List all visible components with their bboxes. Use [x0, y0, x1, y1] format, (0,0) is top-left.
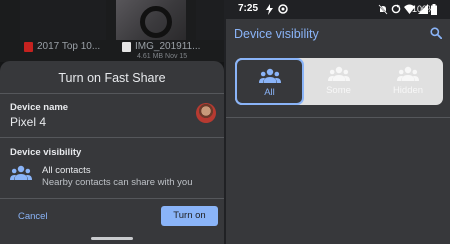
bottom-sheet: Turn on Fast Share Device name Pixel 4 D…	[0, 61, 224, 244]
visibility-option-hidden[interactable]: Hidden	[373, 58, 443, 105]
device-visibility-screen: 7:25 100% Device visibility All Some Hid…	[226, 0, 450, 244]
hotspot-icon	[278, 4, 288, 14]
divider	[0, 93, 224, 94]
contacts-icon	[327, 66, 350, 81]
status-left-icons	[266, 3, 288, 15]
sheet-title: Turn on Fast Share	[58, 71, 166, 85]
files-background: 2017 Top 10... IMG_201911... 4.61 MB Nov…	[0, 0, 224, 62]
divider	[226, 117, 450, 118]
page-title: Device visibility	[234, 27, 319, 41]
status-bar: 7:25 100%	[226, 0, 450, 19]
contacts-icon	[10, 165, 32, 180]
cancel-button[interactable]: Cancel	[10, 207, 56, 227]
option-label: Hidden	[392, 85, 424, 96]
device-visibility-label: Device visibility	[10, 147, 82, 158]
divider	[0, 137, 224, 138]
device-name-value[interactable]: Pixel 4	[10, 115, 46, 129]
option-label: All	[264, 87, 275, 98]
flash-icon	[266, 3, 273, 15]
pdf-icon	[24, 41, 33, 52]
image-thumbnail[interactable]	[116, 0, 186, 40]
file-meta: 4.61 MB Nov 15	[137, 53, 188, 60]
notifications-muted-icon	[378, 3, 388, 15]
turn-on-button[interactable]: Turn on	[161, 206, 218, 226]
fast-share-sheet-screen: 2017 Top 10... IMG_201911... 4.61 MB Nov…	[0, 0, 224, 244]
file-caption: 2017 Top 10...	[24, 41, 100, 52]
device-name-label: Device name	[10, 102, 69, 113]
divider	[0, 198, 224, 199]
image-icon	[122, 41, 131, 52]
status-time: 7:25	[238, 3, 259, 14]
avatar	[196, 103, 216, 123]
file-thumbnail[interactable]	[20, 0, 106, 40]
visibility-option-some[interactable]: Some	[304, 58, 373, 105]
visibility-option-description: Nearby contacts can share with you	[42, 177, 193, 188]
file-name: 2017 Top 10...	[37, 41, 101, 52]
battery-percentage: 100%	[412, 4, 436, 14]
file-caption: IMG_201911...	[122, 41, 200, 52]
option-label: Some	[326, 85, 351, 96]
contacts-icon	[258, 68, 281, 83]
hidden-contacts-icon	[397, 66, 419, 81]
file-name: IMG_201911...	[135, 41, 201, 52]
visibility-option-all[interactable]: All	[235, 58, 304, 105]
sync-icon	[391, 4, 401, 14]
home-indicator[interactable]	[91, 237, 133, 240]
visibility-selector: All Some Hidden	[235, 58, 443, 105]
visibility-option-title[interactable]: All contacts	[42, 165, 91, 176]
file-thumbnail[interactable]	[196, 0, 224, 40]
search-icon[interactable]	[430, 27, 442, 39]
